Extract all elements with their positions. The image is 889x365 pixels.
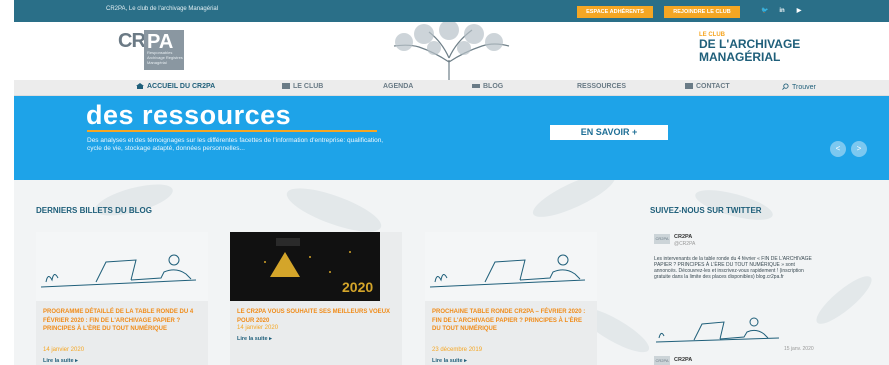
nav-blog-label: BLOG: [483, 83, 504, 90]
nav-ressources-label: RESSOURCES: [577, 83, 627, 90]
nav-item-blog[interactable]: BLOG: [472, 83, 503, 90]
top-bar: CR2PA, Le club de l'archivage Managérial…: [14, 0, 889, 22]
club-title-line2: MANAGÉRIAL: [699, 50, 781, 64]
contact-icon: [685, 83, 693, 89]
read-more-link[interactable]: Lire la suite ▸: [43, 358, 78, 364]
blog-section-title: DERNIERS BILLETS DU BLOG: [36, 206, 153, 215]
read-more-link[interactable]: Lire la suite ▸: [432, 358, 467, 364]
hero-title: des ressources: [86, 100, 292, 130]
tweet-text: Les intervenants de la table ronde du 4 …: [654, 256, 812, 280]
image-caption-2020: 2020: [342, 279, 373, 295]
tweet-image[interactable]: [654, 310, 784, 348]
slider-next-button[interactable]: >: [851, 141, 867, 157]
twitter-feed: CR2PA CR2PA @CR2PA Les intervenants de l…: [650, 232, 818, 365]
nav-item-agenda[interactable]: AGENDA: [383, 83, 413, 90]
nav-item-ressources[interactable]: RESSOURCES: [577, 83, 626, 90]
nav-club-label: LE CLUB: [293, 83, 324, 90]
laptop-illustration: [425, 232, 597, 301]
blog-post-title[interactable]: LE CR2PA VOUS SOUHAITE SES MEILLEURS VOE…: [237, 308, 397, 325]
nav-contact-label: CONTACT: [696, 83, 730, 90]
twitter-avatar-2[interactable]: CR2PA: [654, 356, 670, 365]
tree-illustration: [393, 22, 510, 80]
home-icon: [136, 83, 144, 89]
hero-underline: [87, 130, 377, 132]
en-savoir-plus-button[interactable]: EN SAVOIR +: [550, 125, 668, 140]
blog-card[interactable]: PROCHAINE TABLE RONDE CR2PA – FÉVRIER 20…: [425, 232, 597, 365]
club-title: LE CLUB DE L'ARCHIVAGE MANAGÉRIAL: [699, 32, 800, 64]
nav-item-home[interactable]: ACCUEIL DU CR2PA: [136, 83, 215, 90]
cr2pa-logo[interactable]: CR PA Responsables Archivage Registres M…: [118, 30, 193, 70]
blog-post-date: 14 janvier 2020: [43, 347, 85, 353]
espace-adherents-button[interactable]: ESPACE ADHÉRENTS: [577, 6, 653, 18]
blog-card[interactable]: 2020 LE CR2PA VOUS SOUHAITE SES MEILLEUR…: [230, 232, 402, 365]
twitter-handle[interactable]: @CR2PA: [674, 241, 695, 247]
twitter-avatar[interactable]: CR2PA: [654, 234, 670, 244]
logo-mark: CR: [118, 30, 146, 52]
blog-icon: [472, 84, 480, 88]
content-area: DERNIERS BILLETS DU BLOG SUIVEZ-NOUS SUR…: [14, 180, 889, 365]
laptop-illustration: [36, 232, 208, 301]
twitter-name-2[interactable]: CR2PA: [674, 357, 692, 363]
search-icon: [782, 83, 789, 90]
page: CR2PA, Le club de l'archivage Managérial…: [14, 0, 889, 365]
nav-search[interactable]: Trouver: [782, 83, 816, 91]
blog-post-date: 14 janvier 2020: [237, 325, 279, 331]
nav-home-label: ACCUEIL DU CR2PA: [147, 83, 216, 90]
club-icon: [282, 83, 290, 89]
tweet-date[interactable]: 15 janv. 2020: [784, 346, 814, 352]
tagline: CR2PA, Le club de l'archivage Managérial: [106, 6, 219, 12]
linkedin-icon[interactable]: in: [776, 7, 788, 16]
slider-prev-button[interactable]: <: [830, 141, 846, 157]
twitter-name[interactable]: CR2PA: [674, 234, 692, 240]
read-more-link[interactable]: Lire la suite ▸: [237, 336, 272, 342]
youtube-icon[interactable]: ▶: [793, 7, 805, 16]
blog-card[interactable]: PROGRAMME DÉTAILLÉ DE LA TABLE RONDE DU …: [36, 232, 208, 365]
nav-item-contact[interactable]: CONTACT: [685, 83, 730, 90]
nav-item-club[interactable]: LE CLUB: [282, 83, 323, 90]
blog-post-title[interactable]: PROCHAINE TABLE RONDE CR2PA – FÉVRIER 20…: [432, 308, 592, 334]
blog-post-title[interactable]: PROGRAMME DÉTAILLÉ DE LA TABLE RONDE DU …: [43, 308, 203, 334]
nav-search-label: Trouver: [792, 84, 816, 91]
rejoindre-le-club-button[interactable]: REJOINDRE LE CLUB: [664, 6, 740, 18]
new-year-image: 2020: [230, 232, 402, 301]
nav-agenda-label: AGENDA: [383, 83, 414, 90]
hero-slider: des ressources Des analyses et des témoi…: [14, 96, 889, 180]
hero-text: Des analyses et des témoignages sur les …: [87, 137, 384, 152]
twitter-icon[interactable]: 🐦: [759, 7, 771, 16]
header: CR PA Responsables Archivage Registres M…: [14, 22, 889, 80]
blog-post-date: 23 décembre 2019: [432, 347, 483, 353]
twitter-section-title: SUIVEZ-NOUS SUR TWITTER: [650, 206, 762, 215]
logo-subtitle: Responsables Archivage Registres Managér…: [147, 50, 183, 65]
main-nav: ACCUEIL DU CR2PA LE CLUB AGENDA BLOG RES…: [14, 80, 889, 96]
